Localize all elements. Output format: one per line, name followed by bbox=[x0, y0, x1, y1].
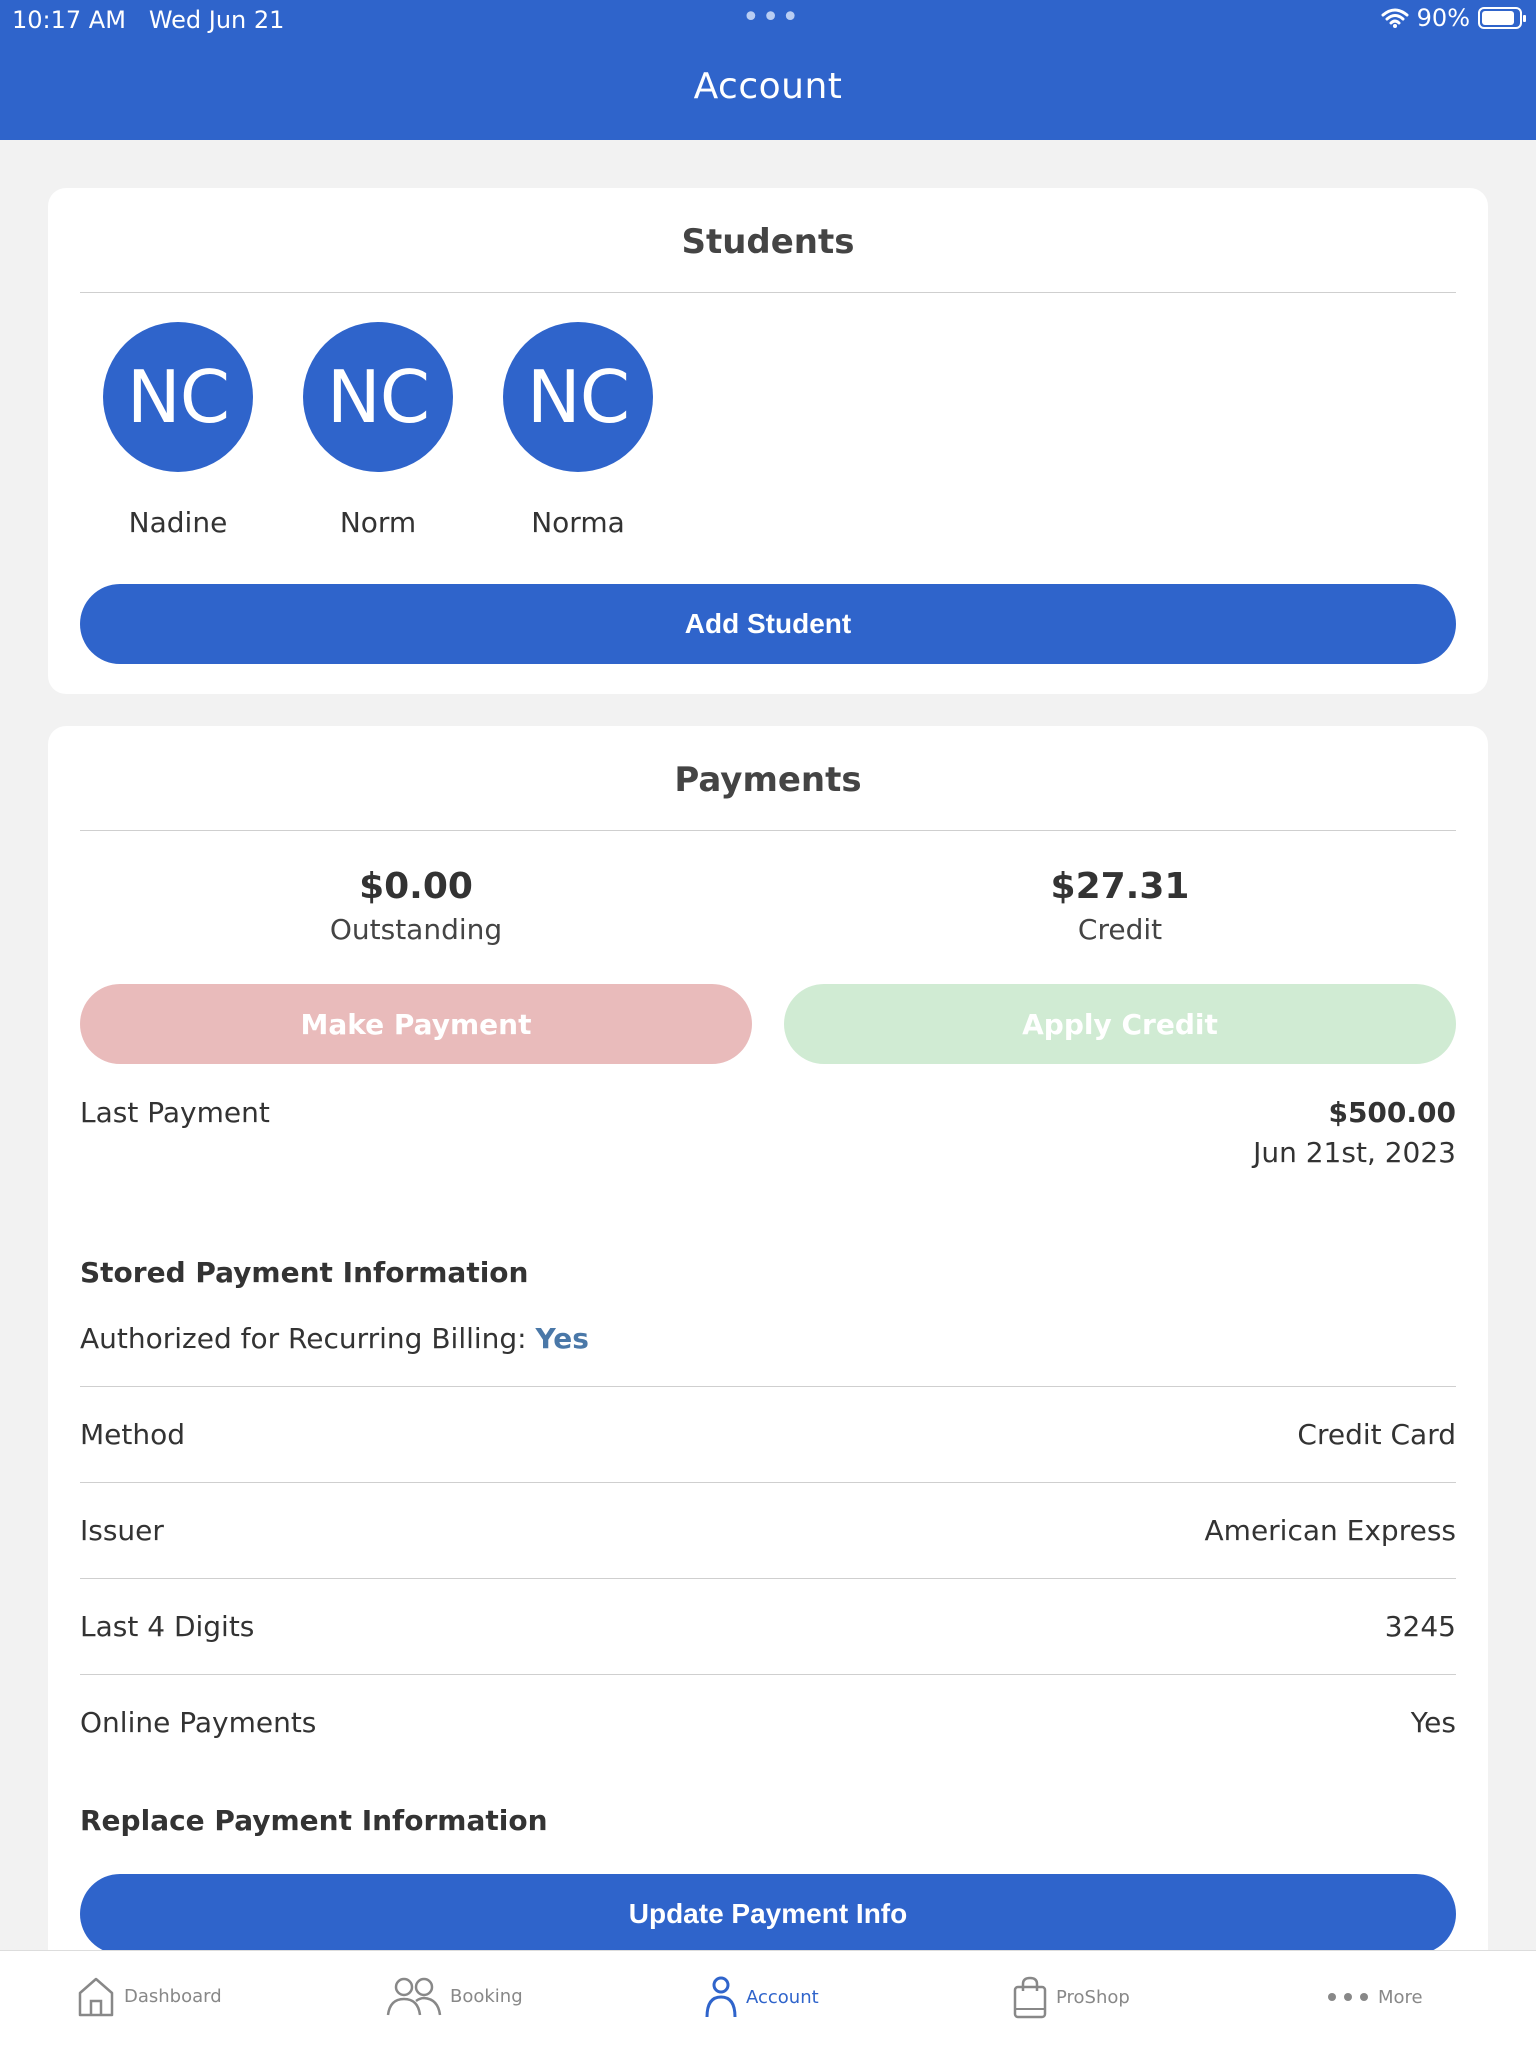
info-row-issuer: Issuer American Express bbox=[80, 1482, 1456, 1578]
wifi-icon bbox=[1381, 8, 1409, 28]
last-payment-amount: $500.00 bbox=[1328, 1096, 1456, 1129]
payments-title: Payments bbox=[674, 760, 862, 800]
outstanding-value: $0.00 bbox=[359, 866, 473, 907]
row-value: 3245 bbox=[1384, 1610, 1456, 1643]
tab-proshop[interactable]: ProShop bbox=[1012, 1975, 1130, 2019]
battery-percent: 90% bbox=[1416, 4, 1470, 32]
tab-booking[interactable]: Booking bbox=[386, 1975, 523, 2017]
payments-card: Payments $0.00 Outstanding $27.31 Credit… bbox=[48, 726, 1488, 2026]
row-label: Last 4 Digits bbox=[80, 1610, 255, 1643]
divider bbox=[80, 830, 1456, 831]
recurring-billing: Authorized for Recurring Billing: Yes bbox=[80, 1322, 589, 1355]
home-icon bbox=[78, 1977, 114, 2017]
row-value: Credit Card bbox=[1297, 1418, 1456, 1451]
tab-label: More bbox=[1378, 1986, 1423, 2008]
avatar: NC bbox=[303, 322, 453, 472]
outstanding-stat: $0.00 Outstanding bbox=[80, 866, 752, 946]
status-time: 10:17 AM Wed Jun 21 bbox=[12, 6, 284, 34]
row-value: Yes bbox=[1410, 1706, 1456, 1739]
student-norma[interactable]: NC Norma bbox=[478, 322, 678, 539]
battery-icon bbox=[1478, 7, 1526, 29]
tab-label: Account bbox=[746, 1986, 819, 2008]
divider bbox=[80, 292, 1456, 293]
credit-value: $27.31 bbox=[1050, 866, 1190, 907]
avatar: NC bbox=[103, 322, 253, 472]
update-payment-button[interactable]: Update Payment Info bbox=[80, 1874, 1456, 1954]
person-icon bbox=[705, 1976, 737, 2018]
last-payment-label: Last Payment bbox=[80, 1096, 270, 1129]
last-payment-date: Jun 21st, 2023 bbox=[1253, 1136, 1456, 1169]
student-name: Nadine bbox=[128, 506, 228, 539]
tab-dashboard[interactable]: Dashboard bbox=[76, 1975, 222, 2017]
stored-payment-heading: Stored Payment Information bbox=[80, 1256, 529, 1289]
add-student-button[interactable]: Add Student bbox=[80, 584, 1456, 664]
more-dots-icon bbox=[1328, 1993, 1368, 2001]
info-row-method: Method Credit Card bbox=[80, 1386, 1456, 1482]
tab-account[interactable]: Account bbox=[704, 1975, 819, 2019]
row-label: Issuer bbox=[80, 1514, 164, 1547]
info-row-last4: Last 4 Digits 3245 bbox=[80, 1578, 1456, 1674]
status-indicators: 90% bbox=[1381, 4, 1526, 32]
app-header: 10:17 AM Wed Jun 21 ••• 90% Account bbox=[0, 0, 1536, 140]
row-label: Online Payments bbox=[80, 1706, 317, 1739]
student-norm[interactable]: NC Norm bbox=[278, 322, 478, 539]
avatar: NC bbox=[503, 322, 653, 472]
credit-label: Credit bbox=[1077, 913, 1163, 946]
status-date: Wed Jun 21 bbox=[148, 6, 285, 34]
people-icon bbox=[386, 1977, 442, 2016]
credit-stat: $27.31 Credit bbox=[784, 866, 1456, 946]
shopping-bag-icon bbox=[1013, 1976, 1047, 2019]
status-clock: 10:17 AM bbox=[12, 6, 126, 34]
apply-credit-button[interactable]: Apply Credit bbox=[784, 984, 1456, 1064]
tab-bar: Dashboard Booking Account ProShop More bbox=[0, 1950, 1536, 2048]
tab-label: ProShop bbox=[1056, 1986, 1130, 2008]
outstanding-label: Outstanding bbox=[329, 913, 503, 946]
page-title: Account bbox=[693, 66, 843, 107]
make-payment-button[interactable]: Make Payment bbox=[80, 984, 752, 1064]
tab-label: Dashboard bbox=[124, 1985, 222, 2007]
recurring-label: Authorized for Recurring Billing: bbox=[80, 1322, 527, 1355]
recurring-value: Yes bbox=[535, 1322, 589, 1355]
tab-more[interactable]: More bbox=[1326, 1975, 1423, 2019]
tab-label: Booking bbox=[450, 1985, 523, 2007]
student-nadine[interactable]: NC Nadine bbox=[78, 322, 278, 539]
students-title: Students bbox=[681, 222, 855, 262]
info-row-online-payments: Online Payments Yes bbox=[80, 1674, 1456, 1770]
students-card: Students NC Nadine NC Norm NC Norma Add … bbox=[48, 188, 1488, 694]
row-value: American Express bbox=[1204, 1514, 1456, 1547]
replace-payment-heading: Replace Payment Information bbox=[80, 1804, 548, 1837]
student-name: Norm bbox=[339, 506, 417, 539]
row-label: Method bbox=[80, 1418, 186, 1451]
multitasking-dots-icon[interactable]: ••• bbox=[742, 0, 801, 35]
student-name: Norma bbox=[531, 506, 625, 539]
